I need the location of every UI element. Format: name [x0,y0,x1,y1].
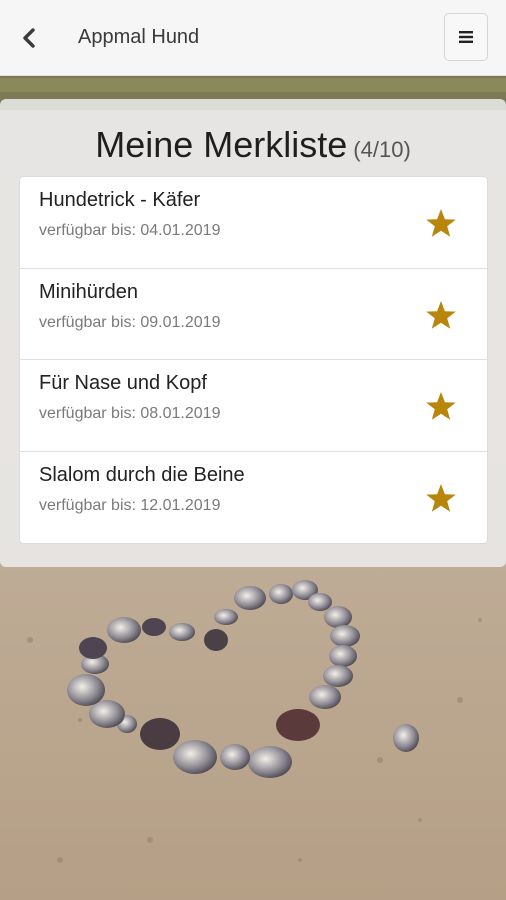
back-button[interactable] [14,22,44,54]
chevron-left-icon [23,28,35,48]
item-title: Hundetrick - Käfer [39,189,201,211]
page-heading: Meine Merkliste (4/10) [0,124,506,166]
top-bar: Appmal Hund [0,0,506,76]
item-title: Slalom durch die Beine [39,463,245,486]
star-icon[interactable] [425,482,457,514]
app-title: Appmal Hund [78,26,200,48]
star-icon[interactable] [425,299,457,331]
item-title: Minihürden [39,280,138,303]
list-item[interactable]: Hundetrick - Käfer verfügbar bis: 04.01.… [20,177,487,269]
item-availability: verfügbar bis: 09.01.2019 [39,313,221,331]
page-title: Meine Merkliste [95,124,348,165]
item-availability: verfügbar bis: 04.01.2019 [39,222,221,239]
watchlist: Hundetrick - Käfer verfügbar bis: 04.01.… [19,176,488,544]
list-item[interactable]: Für Nase und Kopf verfügbar bis: 08.01.2… [20,360,487,452]
item-availability: verfügbar bis: 12.01.2019 [39,496,221,514]
item-title: Für Nase und Kopf [39,372,207,394]
hamburger-icon [459,31,473,43]
item-availability: verfügbar bis: 08.01.2019 [39,405,221,422]
star-icon[interactable] [425,207,457,239]
list-item[interactable]: Slalom durch die Beine verfügbar bis: 12… [20,452,487,544]
list-item[interactable]: Minihürden verfügbar bis: 09.01.2019 [20,269,487,360]
watchlist-count: (4/10) [353,137,411,162]
menu-button[interactable] [444,13,488,61]
star-icon[interactable] [425,390,457,422]
